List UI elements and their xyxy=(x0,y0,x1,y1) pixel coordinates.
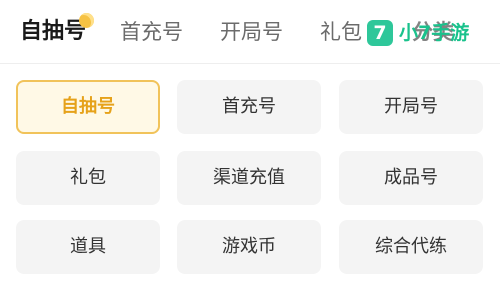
category-chip-gift-pack[interactable]: 礼包 xyxy=(16,151,160,205)
tab-starter-account[interactable]: 开局号 xyxy=(220,17,283,47)
category-chip-channel-recharge[interactable]: 渠道充值 xyxy=(177,151,321,205)
brand-watermark: 7 小7手游 xyxy=(367,19,477,47)
category-chip-items[interactable]: 道具 xyxy=(16,220,160,274)
tab-gift-pack[interactable]: 礼包 xyxy=(320,17,362,47)
category-chip-self-draw-account[interactable]: 自抽号 xyxy=(16,80,160,134)
tab-first-recharge-account[interactable]: 首充号 xyxy=(120,17,183,47)
category-chip-power-leveling[interactable]: 综合代练 xyxy=(339,220,483,274)
tab-self-draw-account[interactable]: 自抽号 xyxy=(20,17,86,47)
category-chip-first-recharge-account[interactable]: 首充号 xyxy=(177,80,321,134)
active-tab-indicator-icon xyxy=(79,13,94,28)
brand-logo-icon: 7 xyxy=(367,20,393,46)
category-chip-game-currency[interactable]: 游戏币 xyxy=(177,220,321,274)
category-tab-bar: 自抽号 首充号 开局号 礼包 分类 7 小7手游 xyxy=(0,0,500,62)
category-chip-starter-account[interactable]: 开局号 xyxy=(339,80,483,134)
tab-divider xyxy=(0,63,500,64)
category-chip-finished-account[interactable]: 成品号 xyxy=(339,151,483,205)
brand-name: 小7手游 xyxy=(399,22,470,44)
